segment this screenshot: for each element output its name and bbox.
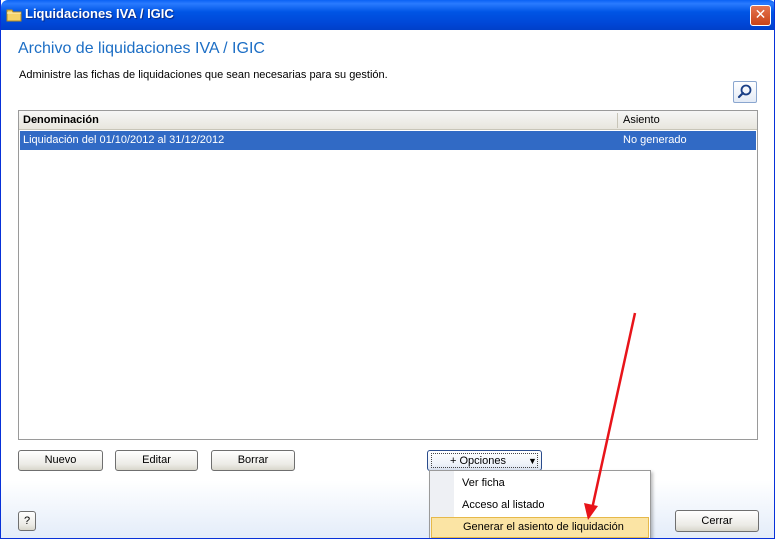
borrar-button[interactable]: Borrar bbox=[211, 450, 295, 471]
column-header-asiento[interactable]: Asiento bbox=[623, 114, 660, 126]
help-button[interactable]: ? bbox=[18, 511, 36, 531]
table-row[interactable]: Liquidación del 01/10/2012 al 31/12/2012… bbox=[20, 131, 756, 150]
opciones-menu: Ver ficha Acceso al listado Generar el a… bbox=[429, 470, 651, 538]
opciones-dropdown-button[interactable]: + Opciones ▼ bbox=[427, 450, 542, 471]
folder-icon bbox=[6, 9, 22, 22]
menu-item-generar-asiento[interactable]: Generar el asiento de liquidación bbox=[431, 517, 649, 538]
chevron-down-icon: ▼ bbox=[528, 456, 537, 466]
nuevo-button[interactable]: Nuevo bbox=[18, 450, 103, 471]
search-button[interactable] bbox=[733, 81, 757, 103]
page-description: Administre las fichas de liquidaciones q… bbox=[19, 69, 388, 81]
cell-denominacion: Liquidación del 01/10/2012 al 31/12/2012 bbox=[23, 134, 225, 146]
cerrar-button[interactable]: Cerrar bbox=[675, 510, 759, 532]
column-divider[interactable] bbox=[617, 113, 618, 128]
menu-item-acceso-listado[interactable]: Acceso al listado bbox=[431, 495, 649, 516]
page-title: Archivo de liquidaciones IVA / IGIC bbox=[18, 40, 265, 57]
liquidaciones-grid[interactable]: Denominación Asiento Liquidación del 01/… bbox=[18, 110, 758, 440]
column-header-denominacion[interactable]: Denominación bbox=[23, 114, 99, 126]
grid-header: Denominación Asiento bbox=[19, 111, 757, 130]
search-icon bbox=[737, 84, 752, 99]
window-title: Liquidaciones IVA / IGIC bbox=[25, 6, 174, 21]
focus-ring: + Opciones ▼ bbox=[431, 453, 538, 468]
title-bar[interactable]: Liquidaciones IVA / IGIC ✕ bbox=[1, 0, 774, 30]
dialog-window: Liquidaciones IVA / IGIC ✕ Archivo de li… bbox=[0, 0, 775, 539]
menu-item-ver-ficha[interactable]: Ver ficha bbox=[431, 473, 649, 494]
close-button[interactable]: ✕ bbox=[750, 5, 771, 26]
cell-asiento: No generado bbox=[623, 134, 687, 146]
editar-button[interactable]: Editar bbox=[115, 450, 198, 471]
opciones-label: + Opciones bbox=[450, 455, 506, 467]
